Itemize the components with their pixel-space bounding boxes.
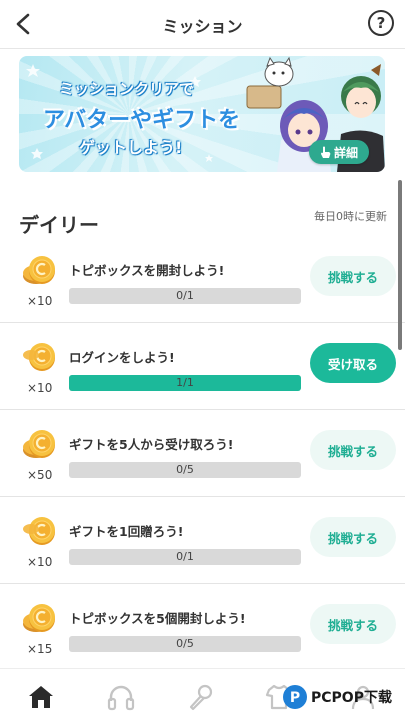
watermark: P PCPOP下载	[282, 683, 392, 711]
progress-text: 0/1	[176, 550, 194, 563]
refresh-note: 毎日0時に更新	[314, 210, 387, 223]
progress-bar: 0/5	[69, 636, 301, 652]
reward-count: ×10	[27, 555, 53, 569]
progress-bar: 0/1	[69, 288, 301, 304]
tab-listen[interactable]	[104, 681, 138, 713]
mission-title: ギフトを5人から受け取ろう!	[69, 437, 234, 452]
mission-title: ギフトを1回贈ろう!	[69, 524, 184, 539]
challenge-button[interactable]: 挑戦する	[310, 604, 396, 644]
coin-icon	[23, 430, 55, 458]
reward-count: ×15	[27, 642, 53, 656]
pcpop-logo-icon: P	[283, 685, 307, 709]
progress-text: 0/1	[176, 289, 194, 302]
challenge-button[interactable]: 挑戦する	[310, 256, 396, 296]
mission-title: トピボックスを開封しよう!	[69, 263, 225, 278]
page-title: ミッション	[162, 17, 243, 36]
coin-icon	[23, 604, 55, 632]
mission-title: ログインをしよう!	[69, 350, 175, 365]
mission-title: トピボックスを5個開封しよう!	[69, 611, 246, 626]
help-button[interactable]: ?	[367, 9, 395, 37]
banner-text-line1: ミッションクリアで	[59, 80, 195, 98]
mission-item: ×10 ギフトを1回贈ろう! 0/1 挑戦する	[0, 497, 405, 584]
progress-text: 0/5	[176, 463, 194, 476]
hand-pointer-icon	[320, 146, 331, 158]
challenge-button[interactable]: 挑戦する	[310, 517, 396, 557]
mission-banner[interactable]: ミッションクリアで アバターやギフトを ゲットしよう! 詳細	[19, 56, 385, 172]
progress-text: 1/1	[176, 376, 194, 389]
tab-home[interactable]	[24, 681, 58, 713]
coin-icon	[23, 517, 55, 545]
mission-item: ×10 トピボックスを開封しよう! 0/1 挑戦する	[0, 236, 405, 323]
scrollbar[interactable]	[398, 180, 402, 350]
top-bar: ミッション ?	[0, 0, 405, 49]
question-icon: ?	[368, 10, 394, 36]
progress-text: 0/5	[176, 637, 194, 650]
home-icon	[29, 686, 53, 708]
detail-label: 詳細	[333, 145, 358, 160]
detail-button[interactable]: 詳細	[309, 140, 369, 164]
banner-text-line3: ゲットしよう!	[79, 138, 183, 157]
mission-item: ×15 トピボックスを5個開封しよう! 0/5 挑戦する	[0, 584, 405, 671]
microphone-icon	[189, 684, 213, 711]
headphones-icon	[107, 685, 135, 711]
progress-bar: 1/1	[69, 375, 301, 391]
section-title: デイリー	[19, 213, 99, 237]
tab-live[interactable]	[184, 681, 218, 713]
coin-icon	[23, 343, 55, 371]
mission-item: ×50 ギフトを5人から受け取ろう! 0/5 挑戦する	[0, 410, 405, 497]
coin-icon	[23, 256, 55, 284]
challenge-button[interactable]: 挑戦する	[310, 430, 396, 470]
mission-item: ×10 ログインをしよう! 1/1 受け取る	[0, 323, 405, 410]
svg-text:P: P	[290, 690, 300, 706]
watermark-text: PCPOP下载	[311, 690, 392, 706]
reward-count: ×10	[27, 294, 53, 308]
reward-count: ×10	[27, 381, 53, 395]
banner-text-line2: アバターやギフトを	[43, 108, 241, 133]
claim-button[interactable]: 受け取る	[310, 343, 396, 383]
reward-count: ×50	[27, 468, 53, 482]
mission-list: ×10 トピボックスを開封しよう! 0/1 挑戦する ×10 ログインをしよう!…	[0, 236, 405, 671]
progress-bar: 0/1	[69, 549, 301, 565]
progress-bar: 0/5	[69, 462, 301, 478]
